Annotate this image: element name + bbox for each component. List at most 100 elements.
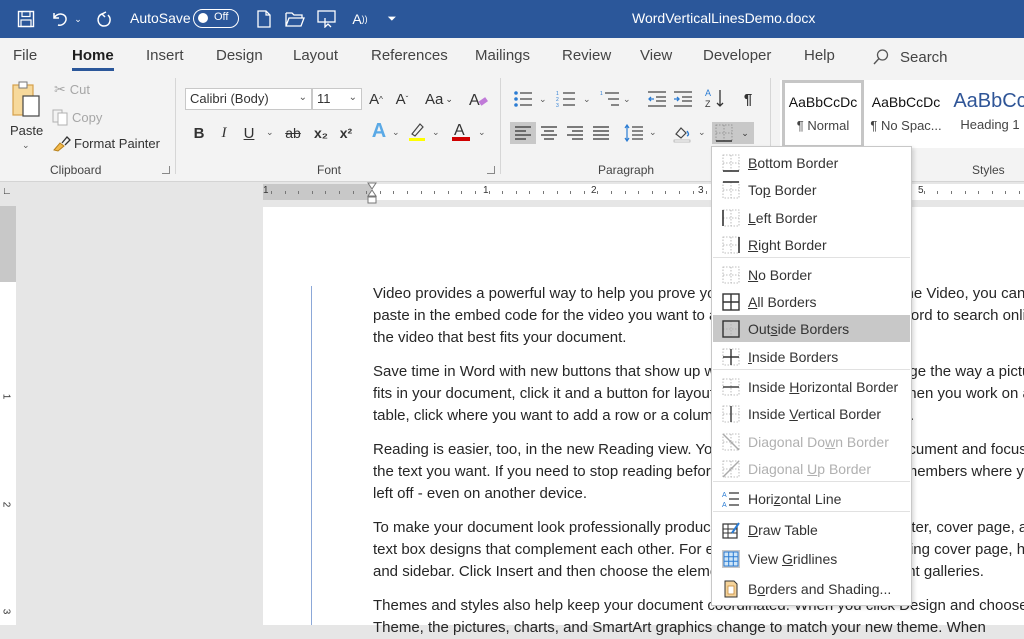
menu-item-no-border[interactable]: No Border — [713, 261, 910, 288]
tab-layout[interactable]: Layout — [293, 47, 338, 64]
menu-item-left-border[interactable]: Left Border — [713, 204, 910, 231]
menu-item-inside-horizontal-border[interactable]: Inside Horizontal Border — [713, 373, 910, 400]
align-center-icon[interactable] — [538, 122, 560, 144]
highlight-chevron-icon[interactable]: ⌄ — [432, 127, 440, 138]
ruler-tick — [570, 191, 572, 194]
ruler-margin — [263, 184, 371, 200]
new-document-icon[interactable] — [254, 6, 274, 32]
paste-button[interactable]: Paste ⌄ — [8, 78, 44, 156]
menu-item-borders-shading[interactable]: Borders and Shading... — [713, 575, 910, 602]
customize-toolbar-icon[interactable]: ⏷ — [384, 6, 400, 32]
style-no-spacing[interactable]: AaBbCcDc ¶ No Spac... — [866, 80, 946, 148]
cut-button[interactable]: ✂ Cut — [54, 81, 90, 98]
grow-font-icon[interactable]: A ^ — [365, 88, 387, 110]
horizontal-line-icon: AA — [722, 490, 740, 509]
shading-icon[interactable] — [671, 122, 693, 144]
underline-chevron-icon[interactable]: ⌄ — [266, 127, 274, 138]
menu-item-outside-borders[interactable]: Outside Borders — [713, 315, 910, 342]
tab-selector-icon[interactable]: ∟ — [2, 186, 14, 198]
bold-button[interactable]: B — [188, 122, 210, 144]
numbering-chevron-icon[interactable]: ⌄ — [583, 94, 591, 105]
ruler-tick — [434, 191, 436, 194]
menu-item-right-border[interactable]: Right Border — [713, 231, 910, 258]
present-icon[interactable] — [316, 6, 338, 32]
undo-icon[interactable] — [48, 6, 72, 32]
style-normal[interactable]: AaBbCcDc ¶ Normal — [782, 80, 864, 148]
align-left-icon[interactable] — [510, 122, 536, 144]
autosave-toggle[interactable]: Off — [193, 9, 239, 28]
text-effects-icon[interactable]: A — [368, 120, 390, 142]
tab-references[interactable]: References — [371, 47, 448, 64]
font-name-combo[interactable]: Calibri (Body) ⌄ — [185, 88, 312, 110]
font-size-combo[interactable]: 11 ⌄ — [312, 88, 362, 110]
shading-chevron-icon[interactable]: ⌄ — [698, 127, 706, 138]
menu-item-view-gridlines[interactable]: View Gridlines — [713, 545, 910, 572]
decrease-indent-icon[interactable] — [646, 88, 668, 110]
tab-help[interactable]: Help — [804, 47, 835, 64]
menu-item-horizontal-line[interactable]: A A Horizontal Line — [713, 485, 910, 512]
tab-home[interactable]: Home — [72, 47, 114, 71]
font-color-chevron-icon[interactable]: ⌄ — [478, 127, 486, 138]
tab-view[interactable]: View — [640, 47, 672, 64]
align-right-icon[interactable] — [564, 122, 586, 144]
bullets-icon[interactable] — [512, 88, 534, 110]
tab-insert[interactable]: Insert — [146, 47, 184, 64]
clipboard-dialog-launcher-icon[interactable] — [162, 166, 170, 174]
copy-button[interactable]: Copy — [52, 108, 102, 126]
vertical-ruler[interactable]: 1 2 3 — [0, 206, 16, 625]
justify-icon[interactable] — [590, 122, 612, 144]
menu-item-bottom-border[interactable]: Bottom Border — [713, 149, 910, 176]
menu-item-draw-table[interactable]: Draw Table — [713, 516, 910, 543]
menu-item-top-border[interactable]: Top Border — [713, 176, 910, 203]
menu-item-label: Inside Vertical Border — [748, 405, 882, 422]
read-aloud-icon[interactable]: A)) — [348, 6, 372, 32]
bullets-chevron-icon[interactable]: ⌄ — [539, 94, 547, 105]
open-folder-icon[interactable] — [284, 6, 306, 32]
menu-item-inside-borders[interactable]: Inside Borders — [713, 343, 910, 370]
tab-developer[interactable]: Developer — [703, 47, 771, 64]
subscript-button[interactable]: x₂ — [310, 122, 332, 144]
style-heading-1[interactable]: AaBbCc Heading 1 — [950, 80, 1024, 148]
clear-formatting-icon[interactable]: A — [467, 88, 489, 110]
tab-review[interactable]: Review — [562, 47, 611, 64]
superscript-button[interactable]: x² — [335, 122, 357, 144]
borders-dropdown-chevron-icon[interactable]: ⌄ — [736, 122, 754, 144]
format-painter-label: Format Painter — [74, 135, 160, 151]
redo-icon[interactable] — [92, 6, 116, 32]
underline-button[interactable]: U — [238, 122, 260, 144]
increase-indent-icon[interactable] — [672, 88, 694, 110]
menu-item-all-borders[interactable]: All Borders — [713, 288, 910, 315]
menu-item-diagonal-down-border[interactable]: Diagonal Down Border — [713, 428, 910, 455]
inside-horizontal-border-icon — [722, 378, 740, 396]
font-dialog-launcher-icon[interactable] — [487, 166, 495, 174]
line-spacing-chevron-icon[interactable]: ⌄ — [649, 127, 657, 138]
ruler-tick — [679, 191, 680, 194]
highlight-icon[interactable] — [406, 120, 428, 142]
indent-marker[interactable] — [367, 182, 377, 204]
line-spacing-icon[interactable] — [623, 122, 645, 144]
autosave-state: Off — [214, 11, 229, 23]
borders-button[interactable] — [712, 122, 736, 144]
change-case-button[interactable]: Aa ⌄ — [422, 88, 456, 110]
numbering-icon[interactable]: 123 — [555, 88, 577, 110]
tab-file[interactable]: File — [13, 47, 37, 64]
search-box[interactable]: Search — [872, 46, 948, 68]
format-painter-button[interactable]: Format Painter — [52, 134, 160, 152]
text-effects-chevron-icon[interactable]: ⌄ — [392, 127, 400, 138]
tab-design[interactable]: Design — [216, 47, 263, 64]
menu-item-inside-vertical-border[interactable]: Inside Vertical Border — [713, 400, 910, 427]
menu-item-diagonal-up-border[interactable]: Diagonal Up Border — [713, 455, 910, 482]
chevron-down-icon: ⌄ — [298, 92, 307, 103]
multilevel-list-icon[interactable]: 1 — [599, 88, 621, 110]
italic-button[interactable]: I — [213, 122, 235, 144]
multilevel-chevron-icon[interactable]: ⌄ — [623, 94, 631, 105]
save-icon[interactable] — [14, 6, 38, 32]
undo-dropdown-chevron-icon[interactable]: ⌄ — [73, 6, 83, 32]
strikethrough-button[interactable]: ab — [282, 122, 304, 144]
shrink-font-icon[interactable]: Aˇ — [391, 88, 413, 110]
show-formatting-marks-icon[interactable]: ¶ — [737, 88, 759, 110]
svg-text:A: A — [722, 492, 727, 499]
sort-icon[interactable]: AZ — [704, 87, 726, 109]
tab-mailings[interactable]: Mailings — [475, 47, 530, 64]
font-color-icon[interactable]: A — [450, 120, 472, 142]
